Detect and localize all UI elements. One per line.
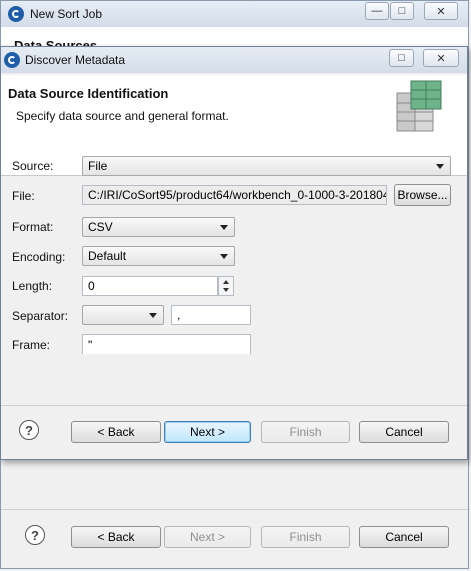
next-button[interactable]: Next > bbox=[164, 421, 251, 443]
format-select[interactable]: CSV bbox=[82, 217, 235, 237]
spinner-down-icon[interactable] bbox=[223, 288, 229, 292]
source-value: File bbox=[88, 159, 108, 173]
length-input[interactable]: 0 bbox=[82, 276, 218, 296]
format-value: CSV bbox=[88, 220, 113, 234]
dialog-titlebar: Discover Metadata □ ✕ bbox=[1, 47, 467, 73]
banner-title: Data Source Identification bbox=[8, 86, 169, 101]
cancel-button[interactable]: Cancel bbox=[359, 421, 449, 443]
encoding-value: Default bbox=[88, 249, 127, 263]
dropdown-arrow-icon bbox=[436, 164, 444, 169]
back-window-cancel-button[interactable]: Cancel bbox=[359, 526, 449, 548]
app-icon bbox=[4, 52, 20, 68]
source-select[interactable]: File bbox=[82, 156, 451, 176]
back-button[interactable]: < Back bbox=[71, 421, 161, 443]
discover-metadata-dialog: Discover Metadata □ ✕ Data Source Identi… bbox=[0, 46, 468, 460]
source-label: Source: bbox=[12, 159, 54, 173]
back-window-finish-button[interactable]: Finish bbox=[261, 526, 350, 548]
separator-select[interactable] bbox=[82, 305, 164, 325]
spinner-up-icon[interactable] bbox=[223, 280, 229, 284]
encoding-label: Encoding: bbox=[12, 250, 66, 264]
frame-label: Frame: bbox=[12, 338, 51, 352]
banner-subtitle: Specify data source and general format. bbox=[16, 109, 229, 123]
app-icon bbox=[8, 6, 24, 22]
help-icon[interactable]: ? bbox=[25, 525, 45, 545]
file-label: File: bbox=[12, 189, 35, 203]
dropdown-arrow-icon bbox=[220, 254, 228, 259]
separator-label: Separator: bbox=[12, 309, 69, 323]
file-path-field[interactable]: C:/IRI/CoSort95/product64/workbench_0-10… bbox=[82, 185, 387, 205]
back-window-back-button[interactable]: < Back bbox=[71, 526, 161, 548]
maximize-icon[interactable]: □ bbox=[390, 2, 414, 20]
dropdown-arrow-icon bbox=[220, 225, 228, 230]
finish-button[interactable]: Finish bbox=[261, 421, 350, 443]
back-window-next-button[interactable]: Next > bbox=[164, 526, 251, 548]
encoding-select[interactable]: Default bbox=[82, 246, 235, 266]
format-label: Format: bbox=[12, 220, 54, 234]
frame-input[interactable]: " bbox=[82, 334, 251, 354]
divider bbox=[1, 509, 468, 510]
length-spinner[interactable] bbox=[218, 276, 234, 296]
length-label: Length: bbox=[12, 279, 53, 293]
maximize-icon[interactable]: □ bbox=[389, 49, 414, 67]
minimize-icon[interactable]: — bbox=[365, 2, 389, 20]
dropdown-arrow-icon bbox=[149, 313, 157, 318]
window-titlebar: New Sort Job — □ ✕ bbox=[1, 1, 468, 27]
close-icon[interactable]: ✕ bbox=[424, 2, 458, 20]
help-icon[interactable]: ? bbox=[19, 420, 39, 440]
divider bbox=[1, 405, 467, 406]
table-wizard-icon bbox=[396, 80, 442, 132]
separator-input[interactable]: , bbox=[171, 305, 251, 325]
browse-button[interactable]: Browse... bbox=[394, 184, 451, 206]
dialog-title: Discover Metadata bbox=[25, 53, 126, 67]
close-icon[interactable]: ✕ bbox=[423, 49, 459, 67]
window-title: New Sort Job bbox=[30, 7, 103, 21]
